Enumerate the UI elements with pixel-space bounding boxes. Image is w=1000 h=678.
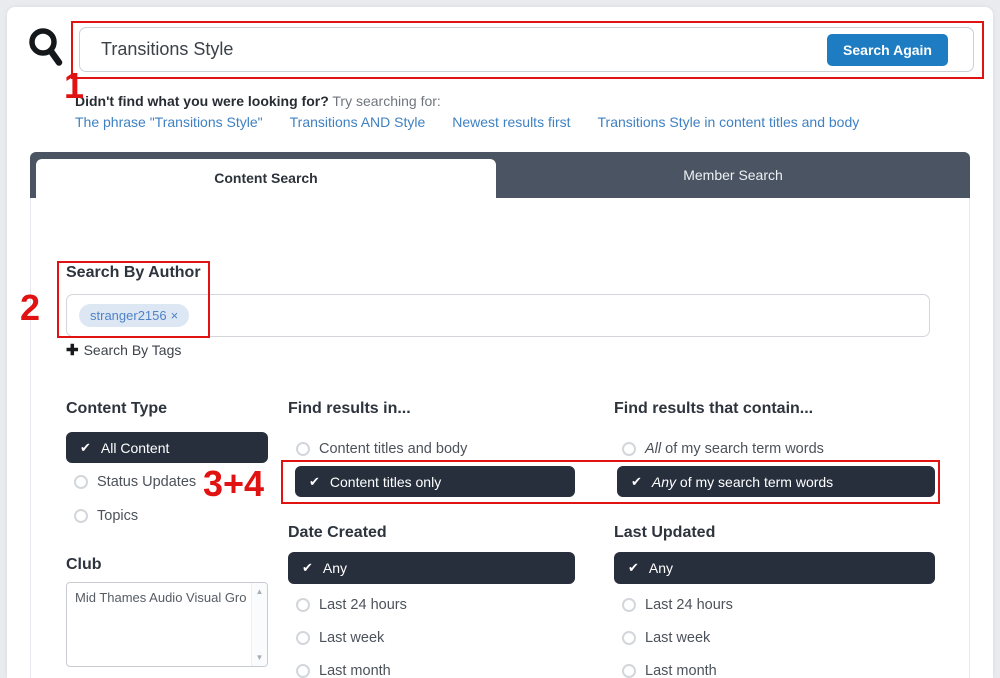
check-icon: ✔ [302, 560, 313, 576]
radio-circle[interactable] [296, 598, 310, 612]
search-suggestion-links: The phrase "Transitions Style" Transitio… [75, 114, 859, 130]
radio-circle[interactable] [74, 475, 88, 489]
club-scrollbar[interactable]: ▲ ▼ [251, 583, 267, 666]
suggestion-link-and[interactable]: Transitions AND Style [290, 114, 426, 130]
pill-label: Any [323, 560, 347, 576]
radio-created-last-month[interactable]: Last month [296, 663, 391, 678]
remove-tag-icon[interactable]: × [171, 308, 179, 323]
date-created-any-selected[interactable]: ✔ Any [288, 552, 575, 584]
check-icon: ✔ [628, 560, 639, 576]
scroll-down-icon[interactable]: ▼ [252, 653, 267, 662]
radio-created-last-24-hours[interactable]: Last 24 hours [296, 597, 407, 613]
plus-icon: ✚ [66, 342, 79, 359]
radio-content-titles-and-body[interactable]: Content titles and body [296, 441, 467, 457]
content-type-all-content-selected[interactable]: ✔ All Content [66, 432, 268, 463]
tab-content-search[interactable]: Content Search [36, 159, 496, 198]
suggestion-link-newest[interactable]: Newest results first [452, 114, 570, 130]
search-tab-bar: Content Search Member Search [30, 152, 970, 198]
radio-updated-last-24-hours[interactable]: Last 24 hours [622, 597, 733, 613]
find-results-contain-heading: Find results that contain... [614, 400, 813, 418]
date-created-heading: Date Created [288, 524, 387, 542]
search-again-button[interactable]: Search Again [827, 34, 948, 66]
suggestion-link-phrase[interactable]: The phrase "Transitions Style" [75, 114, 263, 130]
pill-label: Any [649, 560, 673, 576]
suggestion-link-titles-body[interactable]: Transitions Style in content titles and … [598, 114, 860, 130]
radio-updated-last-month[interactable]: Last month [622, 663, 717, 678]
author-input[interactable]: stranger2156 × [66, 294, 930, 337]
radio-circle[interactable] [74, 509, 88, 523]
radio-circle[interactable] [296, 664, 310, 678]
prompt-rest: Try searching for: [329, 93, 441, 109]
content-type-heading: Content Type [66, 400, 167, 418]
check-icon: ✔ [80, 440, 91, 456]
radio-circle[interactable] [622, 631, 636, 645]
search-bar: Search Again [79, 27, 974, 72]
radio-status-updates[interactable]: Status Updates [74, 474, 196, 490]
radio-all-search-term-words[interactable]: All of my search term words [622, 441, 824, 457]
radio-circle[interactable] [622, 664, 636, 678]
search-by-tags-label: Search By Tags [84, 342, 182, 358]
author-tag[interactable]: stranger2156 × [79, 304, 189, 327]
find-in-content-titles-only-selected[interactable]: ✔ Content titles only [295, 466, 575, 497]
radio-circle[interactable] [622, 598, 636, 612]
pill-label: Any of my search term words [652, 474, 833, 490]
club-heading: Club [66, 556, 102, 574]
contain-any-search-term-words-selected[interactable]: ✔ Any of my search term words [617, 466, 935, 497]
radio-circle[interactable] [296, 631, 310, 645]
search-by-tags-link[interactable]: ✚ Search By Tags [66, 341, 181, 359]
prompt-bold: Didn't find what you were looking for? [75, 93, 329, 109]
club-listbox[interactable]: Mid Thames Audio Visual Gro ▲ ▼ [66, 582, 268, 667]
search-by-author-heading: Search By Author [66, 264, 201, 282]
last-updated-heading: Last Updated [614, 524, 715, 542]
search-icon [27, 27, 67, 69]
last-updated-any-selected[interactable]: ✔ Any [614, 552, 935, 584]
check-icon: ✔ [309, 474, 320, 490]
radio-updated-last-week[interactable]: Last week [622, 630, 710, 646]
author-tag-label: stranger2156 [90, 308, 167, 323]
check-icon: ✔ [631, 474, 642, 490]
radio-circle[interactable] [296, 442, 310, 456]
tab-member-search[interactable]: Member Search [496, 152, 970, 198]
find-results-in-heading: Find results in... [288, 400, 411, 418]
search-page: Search Again Didn't find what you were l… [0, 0, 1000, 678]
club-option[interactable]: Mid Thames Audio Visual Gro [75, 590, 247, 605]
pill-label: Content titles only [330, 474, 441, 490]
pill-label: All Content [101, 440, 169, 456]
scroll-up-icon[interactable]: ▲ [252, 587, 267, 596]
didnt-find-prompt: Didn't find what you were looking for? T… [75, 93, 441, 109]
radio-topics[interactable]: Topics [74, 508, 138, 524]
radio-circle[interactable] [622, 442, 636, 456]
radio-created-last-week[interactable]: Last week [296, 630, 384, 646]
